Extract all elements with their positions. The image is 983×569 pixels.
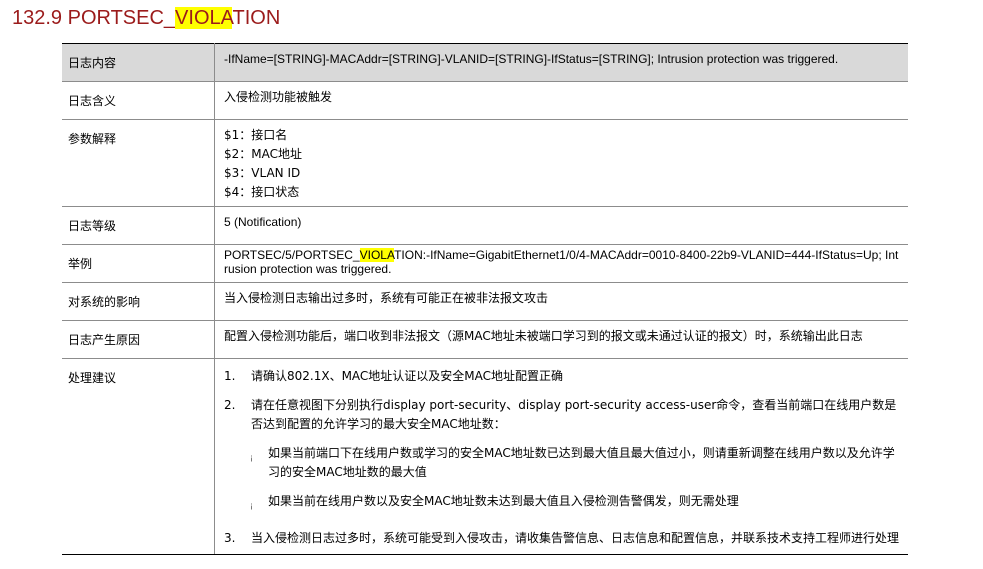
param-line: $3：VLAN ID xyxy=(224,166,301,180)
row-value-example: PORTSEC/5/PORTSEC_VIOLATION:-IfName=Giga… xyxy=(214,244,908,283)
table-row: 处理建议 1. 请确认802.1X、MAC地址认证以及安全MAC地址配置正确 2… xyxy=(62,358,908,555)
step-item: 1. 请确认802.1X、MAC地址认证以及安全MAC地址配置正确 xyxy=(224,367,902,386)
step-item: 3. 当入侵检测日志过多时，系统可能受到入侵攻击，请收集告警信息、日志信息和配置… xyxy=(224,529,902,548)
row-label-cause: 日志产生原因 xyxy=(62,320,215,359)
param-line: $4：接口状态 xyxy=(224,185,300,199)
row-value-params: $1：接口名 $2：MAC地址 $3：VLAN ID $4：接口状态 xyxy=(214,119,908,207)
bullet-icon: ¡ xyxy=(250,453,254,462)
step-item: 2. 请在任意视图下分别执行display port-security、disp… xyxy=(224,396,902,434)
param-line: $1：接口名 xyxy=(224,128,288,142)
row-value-level: 5 (Notification) xyxy=(214,206,908,245)
bullet-icon: ¡ xyxy=(250,501,254,510)
step-number: 3. xyxy=(224,531,236,545)
row-value-cause: 配置入侵检测功能后，端口收到非法报文（源MAC地址未被端口学习到的报文或未通过认… xyxy=(214,320,908,359)
table-row: 对系统的影响 当入侵检测日志输出过多时，系统有可能正在被非法报文攻击 xyxy=(62,282,908,321)
step-number: 2. xyxy=(224,398,236,412)
log-info-table: 日志内容 -IfName=[STRING]-MACAddr=[STRING]-V… xyxy=(62,43,908,555)
page-title: 132.9 PORTSEC_VIOLATION xyxy=(12,5,280,31)
step-number: 1. xyxy=(224,369,236,383)
sub-bullet-item: ¡ 如果当前端口下在线用户数或学习的安全MAC地址数已达到最大值且最大值过小，则… xyxy=(250,444,902,482)
example-prefix: PORTSEC/5/PORTSEC_ xyxy=(224,248,360,262)
row-value-suggestion: 1. 请确认802.1X、MAC地址认证以及安全MAC地址配置正确 2. 请在任… xyxy=(214,358,908,555)
row-label-log-meaning: 日志含义 xyxy=(62,81,215,120)
table-row: 日志产生原因 配置入侵检测功能后，端口收到非法报文（源MAC地址未被端口学习到的… xyxy=(62,320,908,359)
example-highlight: VIOLA xyxy=(359,248,395,262)
row-label-log-content: 日志内容 xyxy=(62,43,215,82)
sub-bullet-item: ¡ 如果当前在线用户数以及安全MAC地址数未达到最大值且入侵检测告警偶发，则无需… xyxy=(250,492,902,515)
table-row: 参数解释 $1：接口名 $2：MAC地址 $3：VLAN ID $4：接口状态 xyxy=(62,119,908,207)
row-value-log-meaning: 入侵检测功能被触发 xyxy=(214,81,908,120)
title-highlight: VIOLA xyxy=(175,7,233,29)
title-prefix: 132.9 PORTSEC_ xyxy=(12,7,176,29)
step-text: 请在任意视图下分别执行display port-security、display… xyxy=(251,398,897,431)
row-label-suggestion: 处理建议 xyxy=(62,358,215,555)
table-row: 举例 PORTSEC/5/PORTSEC_VIOLATION:-IfName=G… xyxy=(62,244,908,283)
row-label-params: 参数解释 xyxy=(62,119,215,207)
row-label-example: 举例 xyxy=(62,244,215,283)
table-row: 日志含义 入侵检测功能被触发 xyxy=(62,81,908,120)
row-label-impact: 对系统的影响 xyxy=(62,282,215,321)
sub-bullet-text: 如果当前端口下在线用户数或学习的安全MAC地址数已达到最大值且最大值过小，则请重… xyxy=(268,446,895,479)
step-text: 当入侵检测日志过多时，系统可能受到入侵攻击，请收集告警信息、日志信息和配置信息，… xyxy=(251,531,900,545)
sub-bullet-text: 如果当前在线用户数以及安全MAC地址数未达到最大值且入侵检测告警偶发，则无需处理 xyxy=(268,494,739,508)
title-suffix: TION xyxy=(232,7,281,29)
row-label-level: 日志等级 xyxy=(62,206,215,245)
step-text: 请确认802.1X、MAC地址认证以及安全MAC地址配置正确 xyxy=(251,369,564,383)
table-row: 日志内容 -IfName=[STRING]-MACAddr=[STRING]-V… xyxy=(62,43,908,82)
param-line: $2：MAC地址 xyxy=(224,147,303,161)
table-row: 日志等级 5 (Notification) xyxy=(62,206,908,245)
row-value-impact: 当入侵检测日志输出过多时，系统有可能正在被非法报文攻击 xyxy=(214,282,908,321)
row-value-log-content: -IfName=[STRING]-MACAddr=[STRING]-VLANID… xyxy=(214,43,908,82)
